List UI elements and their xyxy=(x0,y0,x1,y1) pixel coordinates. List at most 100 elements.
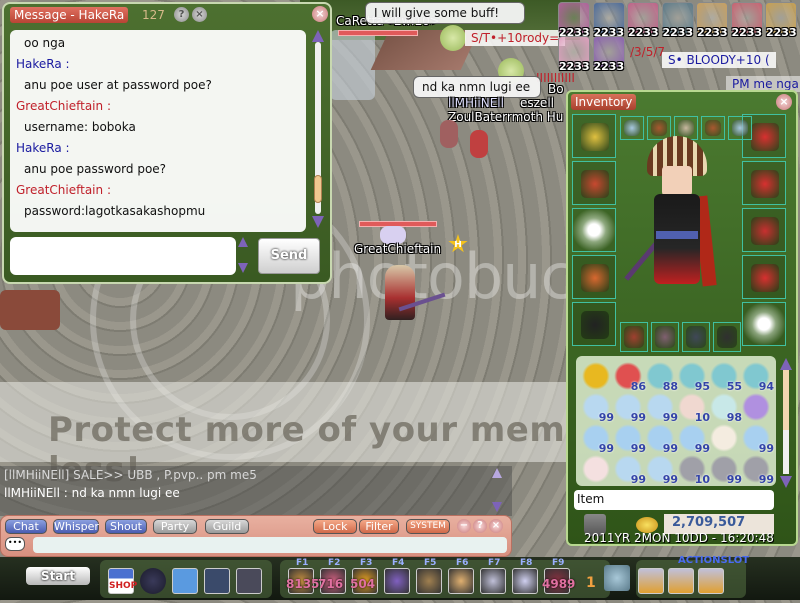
npc-nametag[interactable]: llMHiiNEll xyxy=(448,96,504,110)
inventory-slot[interactable]: 99 xyxy=(582,393,614,424)
message-scrollbar[interactable] xyxy=(312,30,324,228)
scroll-track[interactable] xyxy=(783,370,789,474)
inventory-slot[interactable]: 99 xyxy=(582,424,614,455)
equip-slot-right[interactable] xyxy=(742,161,786,205)
scroll-thumb[interactable] xyxy=(783,370,789,430)
buff-icon[interactable]: 2233 xyxy=(696,2,728,39)
npc-nametag[interactable]: eszell xyxy=(520,96,554,110)
costume-slot[interactable] xyxy=(682,322,710,352)
skill-icon[interactable] xyxy=(204,568,230,594)
scroll-up-arrow-icon[interactable] xyxy=(492,468,502,478)
inventory-slot[interactable] xyxy=(582,455,610,483)
inventory-slot[interactable]: 10 xyxy=(678,393,710,424)
costume-slot[interactable] xyxy=(620,322,648,352)
buff-icon[interactable]: 2233 xyxy=(730,2,763,39)
inventory-slot[interactable] xyxy=(582,362,610,390)
hotkey-slot[interactable] xyxy=(480,568,506,594)
action-slot[interactable] xyxy=(638,568,664,594)
buff-icon[interactable]: 2233 xyxy=(627,2,659,39)
inventory-slot[interactable] xyxy=(742,393,770,421)
chat-tab-party[interactable]: Party xyxy=(153,519,197,534)
inventory-slot[interactable]: 98 xyxy=(710,393,742,424)
equipment-icon[interactable] xyxy=(236,568,262,594)
inventory-slot[interactable]: 99 xyxy=(646,455,678,486)
inventory-title[interactable]: Inventory xyxy=(571,94,637,110)
send-button[interactable]: Send xyxy=(258,238,320,274)
start-button[interactable]: Start xyxy=(26,567,90,585)
inventory-slot[interactable]: 88 xyxy=(646,362,678,393)
hotkey-slot[interactable] xyxy=(384,568,410,594)
message-window-title[interactable]: Message - HakeRa xyxy=(10,7,129,23)
close-icon[interactable]: × xyxy=(489,519,503,533)
buff-icon[interactable]: 2233 xyxy=(558,2,590,39)
messenger-icon[interactable] xyxy=(172,568,198,594)
player-nametag[interactable]: GreatChieftain xyxy=(354,242,441,256)
chat-bubble-icon[interactable]: ••• xyxy=(5,537,25,551)
inventory-slot[interactable]: 99 xyxy=(614,424,646,455)
chat-tab-shout[interactable]: Shout xyxy=(105,519,147,534)
npc-character[interactable] xyxy=(470,130,488,158)
filter-button[interactable]: Filter xyxy=(359,519,399,534)
equip-slot-left[interactable] xyxy=(572,208,616,252)
inventory-slot[interactable]: 55 xyxy=(710,362,742,393)
buff-icon[interactable]: 2233 xyxy=(592,2,625,39)
item-tab-label[interactable]: Item xyxy=(574,490,774,510)
buff-icon[interactable]: 2233 xyxy=(558,36,590,73)
shop-sign[interactable]: S/T•+10rody= xyxy=(465,30,566,46)
inventory-slot[interactable]: 95 xyxy=(678,362,710,393)
lock-button[interactable]: Lock xyxy=(313,519,357,534)
chat-input[interactable] xyxy=(33,537,507,553)
inventory-slot[interactable]: 10 xyxy=(678,455,710,486)
scroll-down-arrow-icon[interactable] xyxy=(238,263,248,273)
inventory-slot[interactable]: 86 xyxy=(614,362,646,393)
npc-character[interactable] xyxy=(440,120,458,148)
equip-slot-left[interactable] xyxy=(572,302,616,346)
inventory-slot[interactable]: 99 xyxy=(614,455,646,486)
player-character[interactable] xyxy=(385,265,415,320)
skill-switch-icon[interactable] xyxy=(604,565,630,591)
bomb-icon[interactable] xyxy=(140,568,166,594)
input-scrollbar[interactable] xyxy=(238,237,248,275)
chat-tab-chat[interactable]: Chat xyxy=(5,519,47,534)
hotkey-page-number[interactable]: 1 xyxy=(586,575,596,591)
scroll-down-arrow-icon[interactable] xyxy=(492,502,502,512)
help-icon[interactable]: ? xyxy=(174,7,189,22)
shop-icon[interactable]: SHOP xyxy=(108,568,137,594)
close-inventory-button[interactable]: × xyxy=(776,94,792,110)
equip-slot-left[interactable] xyxy=(572,161,616,205)
inventory-slot[interactable]: 94 xyxy=(742,362,774,393)
equip-slot-right[interactable] xyxy=(742,255,786,299)
inventory-slot[interactable]: 99 xyxy=(646,424,678,455)
scroll-up-arrow-icon[interactable] xyxy=(312,30,324,42)
equip-slot-left[interactable] xyxy=(572,255,616,299)
hotkey-slot[interactable] xyxy=(448,568,474,594)
buff-icon[interactable]: 2233 xyxy=(592,36,625,73)
costume-slot[interactable] xyxy=(713,322,741,352)
inventory-slot[interactable]: 99 xyxy=(678,424,710,455)
close-window-button[interactable]: × xyxy=(312,6,328,22)
scroll-up-arrow-icon[interactable] xyxy=(780,358,792,370)
buff-icon[interactable]: 2233 xyxy=(765,2,797,39)
scroll-down-arrow-icon[interactable] xyxy=(312,216,324,228)
equip-slot-left[interactable] xyxy=(572,114,616,158)
costume-slot[interactable] xyxy=(651,322,679,352)
chat-log-scrollbar[interactable] xyxy=(492,468,502,512)
equip-slot-right[interactable] xyxy=(742,208,786,252)
system-button[interactable]: SYSTEM xyxy=(406,519,450,534)
chat-tab-whisper[interactable]: Whisper xyxy=(53,519,99,534)
message-input[interactable] xyxy=(10,237,236,275)
hotkey-slot[interactable] xyxy=(416,568,442,594)
inventory-slot[interactable]: 99 xyxy=(742,455,774,486)
scroll-down-arrow-icon[interactable] xyxy=(780,476,792,488)
close-icon[interactable]: × xyxy=(192,7,207,22)
inventory-slot[interactable]: 99 xyxy=(614,393,646,424)
scroll-thumb[interactable] xyxy=(314,175,322,203)
bag-scrollbar[interactable] xyxy=(780,358,792,488)
inventory-slot[interactable]: 99 xyxy=(646,393,678,424)
inventory-slot[interactable]: 99 xyxy=(710,455,742,486)
minimize-icon[interactable]: − xyxy=(457,519,471,533)
chat-tab-guild[interactable]: Guild xyxy=(205,519,249,534)
inventory-slot[interactable]: 99 xyxy=(742,424,774,455)
npc-nametag[interactable]: Bo xyxy=(548,82,564,96)
shop-sign[interactable]: /3/5/7 xyxy=(624,44,671,60)
